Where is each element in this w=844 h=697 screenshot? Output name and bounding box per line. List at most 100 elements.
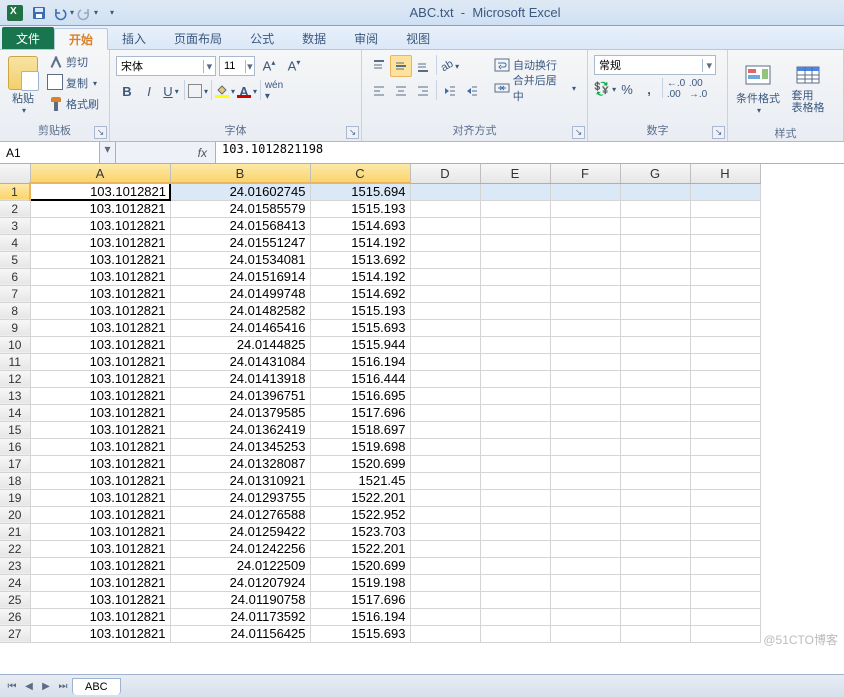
cell-E14[interactable] bbox=[480, 404, 550, 421]
cell-F9[interactable] bbox=[550, 319, 620, 336]
cell-A26[interactable]: 103.1012821 bbox=[30, 608, 170, 625]
row-header[interactable]: 26 bbox=[0, 608, 30, 625]
cell-B3[interactable]: 24.01568413 bbox=[170, 217, 310, 234]
tab-formulas[interactable]: 公式 bbox=[236, 27, 288, 49]
cell-D16[interactable] bbox=[410, 438, 480, 455]
conditional-format-button[interactable]: 条件格式▾ bbox=[734, 55, 782, 121]
tab-insert[interactable]: 插入 bbox=[108, 27, 160, 49]
cell-G9[interactable] bbox=[620, 319, 690, 336]
cell-H26[interactable] bbox=[690, 608, 760, 625]
cell-C15[interactable]: 1518.697 bbox=[310, 421, 410, 438]
format-painter-button[interactable]: 格式刷 bbox=[44, 94, 104, 114]
cell-A21[interactable]: 103.1012821 bbox=[30, 523, 170, 540]
cell-C27[interactable]: 1515.693 bbox=[310, 625, 410, 642]
sheet-nav-last[interactable]: ⏭ bbox=[55, 678, 71, 694]
cell-F24[interactable] bbox=[550, 574, 620, 591]
cell-D8[interactable] bbox=[410, 302, 480, 319]
decrease-font-button[interactable]: A▾ bbox=[283, 55, 305, 77]
cell-C7[interactable]: 1514.692 bbox=[310, 285, 410, 302]
cell-D3[interactable] bbox=[410, 217, 480, 234]
cell-G2[interactable] bbox=[620, 200, 690, 217]
cell-G4[interactable] bbox=[620, 234, 690, 251]
tab-review[interactable]: 审阅 bbox=[340, 27, 392, 49]
cell-H5[interactable] bbox=[690, 251, 760, 268]
cell-F11[interactable] bbox=[550, 353, 620, 370]
cell-G10[interactable] bbox=[620, 336, 690, 353]
number-dialog-launcher[interactable]: ↘ bbox=[712, 126, 725, 139]
font-size-combo[interactable]: ▾ bbox=[219, 56, 255, 76]
cell-D14[interactable] bbox=[410, 404, 480, 421]
cell-C8[interactable]: 1515.193 bbox=[310, 302, 410, 319]
cell-G15[interactable] bbox=[620, 421, 690, 438]
cell-G21[interactable] bbox=[620, 523, 690, 540]
cell-B7[interactable]: 24.01499748 bbox=[170, 285, 310, 302]
cell-A7[interactable]: 103.1012821 bbox=[30, 285, 170, 302]
cell-D21[interactable] bbox=[410, 523, 480, 540]
cell-D18[interactable] bbox=[410, 472, 480, 489]
cell-D13[interactable] bbox=[410, 387, 480, 404]
cell-H6[interactable] bbox=[690, 268, 760, 285]
save-button[interactable] bbox=[28, 2, 50, 24]
column-header-H[interactable]: H bbox=[690, 164, 760, 183]
name-box-input[interactable] bbox=[0, 146, 99, 160]
cell-F20[interactable] bbox=[550, 506, 620, 523]
row-header[interactable]: 21 bbox=[0, 523, 30, 540]
cell-B18[interactable]: 24.01310921 bbox=[170, 472, 310, 489]
cell-C24[interactable]: 1519.198 bbox=[310, 574, 410, 591]
cell-E7[interactable] bbox=[480, 285, 550, 302]
cell-G22[interactable] bbox=[620, 540, 690, 557]
cell-H16[interactable] bbox=[690, 438, 760, 455]
cell-E27[interactable] bbox=[480, 625, 550, 642]
cell-H18[interactable] bbox=[690, 472, 760, 489]
sheet-nav-prev[interactable]: ◀ bbox=[21, 678, 37, 694]
cell-F27[interactable] bbox=[550, 625, 620, 642]
cell-G20[interactable] bbox=[620, 506, 690, 523]
font-color-button[interactable]: A▾ bbox=[236, 80, 258, 102]
cell-E5[interactable] bbox=[480, 251, 550, 268]
cell-C14[interactable]: 1517.696 bbox=[310, 404, 410, 421]
tab-page-layout[interactable]: 页面布局 bbox=[160, 27, 236, 49]
cell-G12[interactable] bbox=[620, 370, 690, 387]
cell-F22[interactable] bbox=[550, 540, 620, 557]
cell-F1[interactable] bbox=[550, 183, 620, 200]
cell-A1[interactable]: 103.1012821 bbox=[30, 183, 170, 200]
cell-E26[interactable] bbox=[480, 608, 550, 625]
cell-F16[interactable] bbox=[550, 438, 620, 455]
column-header-G[interactable]: G bbox=[620, 164, 690, 183]
cell-A9[interactable]: 103.1012821 bbox=[30, 319, 170, 336]
column-header-D[interactable]: D bbox=[410, 164, 480, 183]
decrease-decimal-button[interactable]: .00→.0 bbox=[687, 78, 709, 100]
cell-C1[interactable]: 1515.694 bbox=[310, 183, 410, 200]
row-header[interactable]: 20 bbox=[0, 506, 30, 523]
cell-F14[interactable] bbox=[550, 404, 620, 421]
cell-E22[interactable] bbox=[480, 540, 550, 557]
cell-E13[interactable] bbox=[480, 387, 550, 404]
sheet-nav-first[interactable]: ⏮ bbox=[4, 678, 20, 694]
sheet-nav-next[interactable]: ▶ bbox=[38, 678, 54, 694]
cell-B23[interactable]: 24.0122509 bbox=[170, 557, 310, 574]
column-header-B[interactable]: B bbox=[170, 164, 310, 183]
tab-data[interactable]: 数据 bbox=[288, 27, 340, 49]
cell-C16[interactable]: 1519.698 bbox=[310, 438, 410, 455]
cell-D15[interactable] bbox=[410, 421, 480, 438]
percent-button[interactable]: % bbox=[616, 78, 638, 100]
cell-C12[interactable]: 1516.444 bbox=[310, 370, 410, 387]
font-size-input[interactable] bbox=[220, 60, 245, 72]
cell-G26[interactable] bbox=[620, 608, 690, 625]
cell-B12[interactable]: 24.01413918 bbox=[170, 370, 310, 387]
cell-E18[interactable] bbox=[480, 472, 550, 489]
worksheet-grid[interactable]: ABCDEFGH1103.101282124.016027451515.6942… bbox=[0, 164, 844, 674]
cell-B25[interactable]: 24.01190758 bbox=[170, 591, 310, 608]
tab-home[interactable]: 开始 bbox=[54, 28, 108, 50]
column-header-C[interactable]: C bbox=[310, 164, 410, 183]
cell-H4[interactable] bbox=[690, 234, 760, 251]
cell-G23[interactable] bbox=[620, 557, 690, 574]
cell-H22[interactable] bbox=[690, 540, 760, 557]
cell-G19[interactable] bbox=[620, 489, 690, 506]
cell-D4[interactable] bbox=[410, 234, 480, 251]
cell-D1[interactable] bbox=[410, 183, 480, 200]
cell-A22[interactable]: 103.1012821 bbox=[30, 540, 170, 557]
cell-A6[interactable]: 103.1012821 bbox=[30, 268, 170, 285]
bold-button[interactable]: B bbox=[116, 80, 138, 102]
cell-H20[interactable] bbox=[690, 506, 760, 523]
